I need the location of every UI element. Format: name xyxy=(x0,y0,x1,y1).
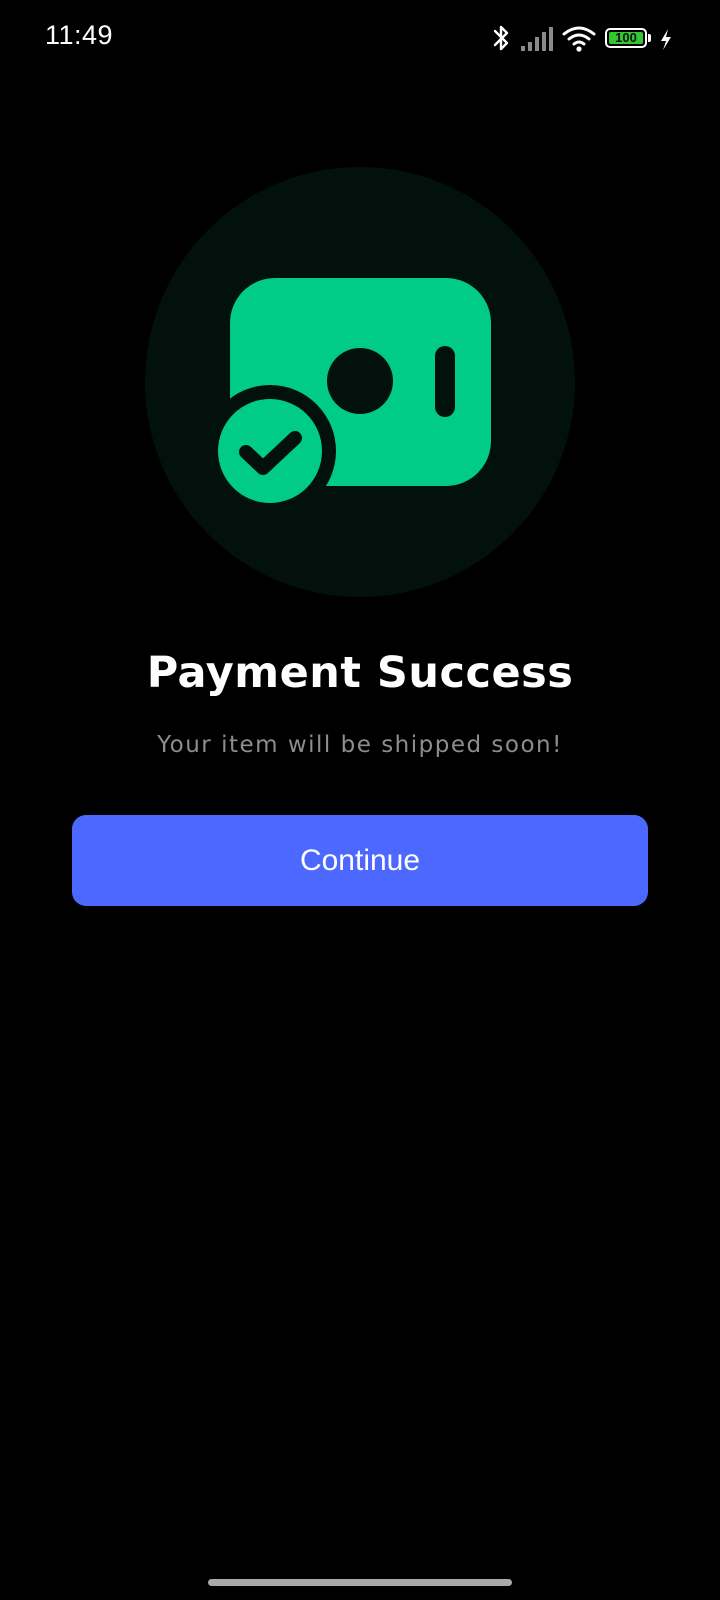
home-indicator[interactable] xyxy=(208,1579,512,1586)
page-title: Payment Success xyxy=(146,648,574,698)
status-icons: 100 xyxy=(490,22,680,56)
continue-button[interactable]: Continue xyxy=(72,815,648,906)
status-bar: 11:49 100 xyxy=(0,0,720,80)
status-time: 11:49 xyxy=(45,20,114,50)
page-subtitle: Your item will be shipped soon! xyxy=(157,732,563,758)
battery-tip xyxy=(648,34,651,42)
charging-icon xyxy=(661,29,671,50)
bluetooth-icon xyxy=(493,25,509,51)
signal-icon xyxy=(521,27,553,51)
battery-icon: 100 xyxy=(605,28,647,48)
wifi-icon xyxy=(562,26,596,52)
wallet-check-icon xyxy=(204,278,491,517)
battery-level: 100 xyxy=(615,30,637,45)
